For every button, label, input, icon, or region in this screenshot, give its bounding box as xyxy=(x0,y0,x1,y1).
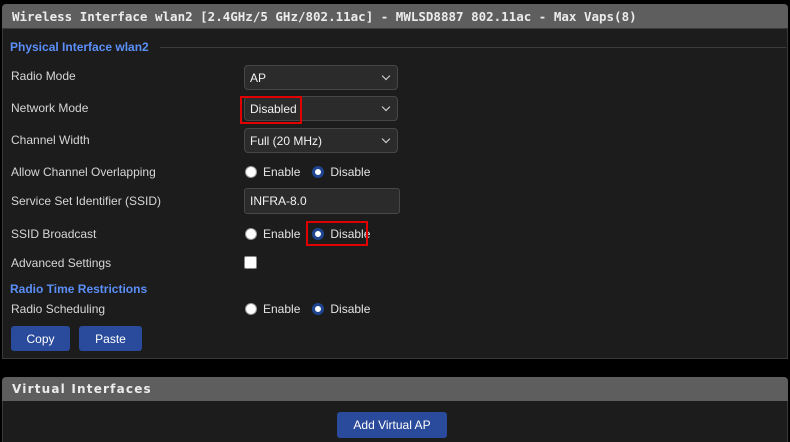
radio-mode-select[interactable]: AP xyxy=(244,65,398,90)
channel-width-select[interactable]: Full (20 MHz) xyxy=(244,128,398,153)
chevron-down-icon xyxy=(381,134,391,144)
ssid-broadcast-label: SSID Broadcast xyxy=(11,227,97,241)
channel-overlap-label: Allow Channel Overlapping xyxy=(11,165,156,179)
disable-label: Disable xyxy=(330,302,371,316)
ssid-input[interactable]: INFRA-8.0 xyxy=(244,188,400,214)
legend-divider xyxy=(160,47,786,48)
radio-mode-label: Radio Mode xyxy=(11,69,76,83)
channel-overlap-disable-option[interactable]: Disable xyxy=(312,165,370,179)
channel-width-label: Channel Width xyxy=(11,133,90,147)
ssid-value: INFRA-8.0 xyxy=(250,194,307,208)
network-mode-label: Network Mode xyxy=(11,101,89,115)
ssid-broadcast-enable-option[interactable]: Enable xyxy=(245,227,300,241)
radio-button[interactable] xyxy=(245,303,257,315)
enable-label: Enable xyxy=(263,165,301,179)
virtual-interfaces-header: Virtual Interfaces xyxy=(2,377,788,401)
radio-scheduling-enable-option[interactable]: Enable xyxy=(245,302,300,316)
enable-label: Enable xyxy=(263,227,301,241)
physical-interface-legend: Physical Interface wlan2 xyxy=(10,40,149,54)
radio-time-title: Radio Time Restrictions xyxy=(10,282,148,296)
advanced-settings-checkbox[interactable] xyxy=(244,256,257,269)
ssid-label: Service Set Identifier (SSID) xyxy=(11,194,162,208)
radio-scheduling-radio-group: Enable Disable xyxy=(245,302,382,316)
enable-label: Enable xyxy=(263,302,301,316)
radio-button-checked[interactable] xyxy=(312,303,325,315)
advanced-settings-label: Advanced Settings xyxy=(11,256,112,270)
radio-button[interactable] xyxy=(245,228,257,240)
ssid-broadcast-highlight xyxy=(306,221,368,246)
add-virtual-ap-button[interactable]: Add Virtual AP xyxy=(337,412,447,438)
channel-overlap-radio-group: Enable Disable xyxy=(245,165,382,179)
network-mode-highlight xyxy=(240,96,302,124)
radio-button-checked[interactable] xyxy=(312,166,325,178)
channel-width-value: Full (20 MHz) xyxy=(250,133,323,148)
interface-title: Wireless Interface wlan2 [2.4GHz/5 GHz/8… xyxy=(12,8,637,24)
radio-scheduling-label: Radio Scheduling xyxy=(11,302,106,316)
radio-scheduling-disable-option[interactable]: Disable xyxy=(312,302,370,316)
interface-header: Wireless Interface wlan2 [2.4GHz/5 GHz/8… xyxy=(2,4,788,28)
paste-button[interactable]: Paste xyxy=(79,326,142,351)
copy-button[interactable]: Copy xyxy=(11,326,70,351)
channel-overlap-enable-option[interactable]: Enable xyxy=(245,165,300,179)
virtual-interfaces-title: Virtual Interfaces xyxy=(12,382,152,396)
chevron-down-icon xyxy=(381,71,391,81)
radio-button[interactable] xyxy=(245,166,257,178)
disable-label: Disable xyxy=(330,165,371,179)
radio-mode-value: AP xyxy=(250,70,267,85)
chevron-down-icon xyxy=(381,102,391,112)
